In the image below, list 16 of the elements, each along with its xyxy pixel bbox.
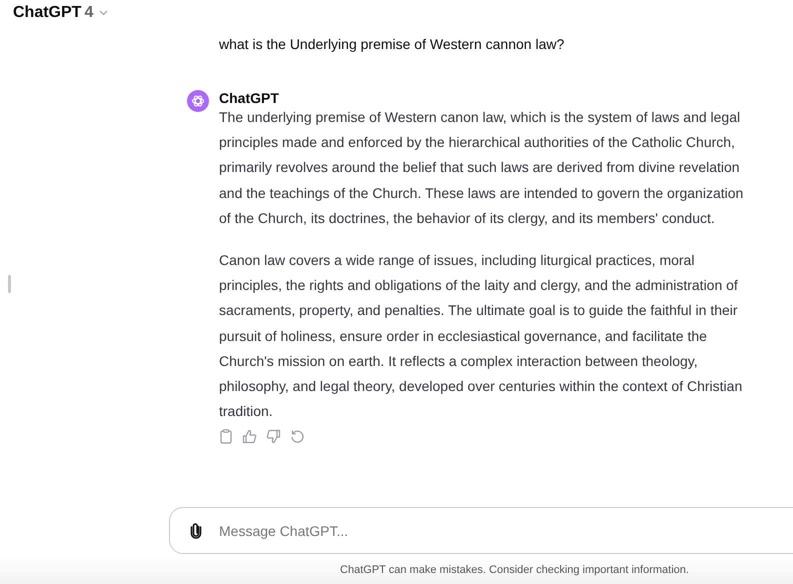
model-title[interactable]: ChatGPT: [13, 4, 82, 22]
copy-icon[interactable]: [219, 429, 233, 444]
message-input[interactable]: Message ChatGPT...: [169, 507, 793, 554]
assistant-name: ChatGPT: [219, 89, 280, 107]
regenerate-icon[interactable]: [290, 429, 305, 444]
model-version[interactable]: 4: [84, 4, 94, 22]
thumbs-down-icon[interactable]: [266, 429, 281, 444]
thumbs-up-icon[interactable]: [242, 429, 257, 444]
sidebar-handle[interactable]: [8, 275, 11, 293]
user-message: what is the Underlying premise of Western cannon law?: [219, 36, 564, 52]
response-paragraph: The underlying premise of Western canon law, which is the system of laws and legal principles made and enforced by the hierarchical authorities of the Catholic Church, primarily revolves around the belief that such laws are derived from divine revelation and the teachings of the Church. These laws are intended to govern the organization of the Church, its doctrines, the behavior of its clergy, and its members' conduct.: [219, 108, 744, 228]
response-paragraph: Canon law covers a wide range of issues, including liturgical practices, moral principles, the rights and obligations of the laity and clergy, and the administration of sacraments, property, and penalties. The ultimate goal is to guide the faithful in their pursuit of holiness, ensure order in ecclesiastical governance, and facilitate the Church's mission on earth. It reflects a complex interaction between theology, philosophy, and legal theory, developed over centuries within the context of Christian tradition.: [219, 251, 744, 422]
attach-icon[interactable]: [190, 522, 202, 539]
disclaimer-text: ChatGPT can make mistakes. Consider checking important information.: [340, 564, 689, 576]
chevron-down-icon[interactable]: [99, 10, 108, 16]
assistant-avatar-icon: [187, 90, 209, 112]
